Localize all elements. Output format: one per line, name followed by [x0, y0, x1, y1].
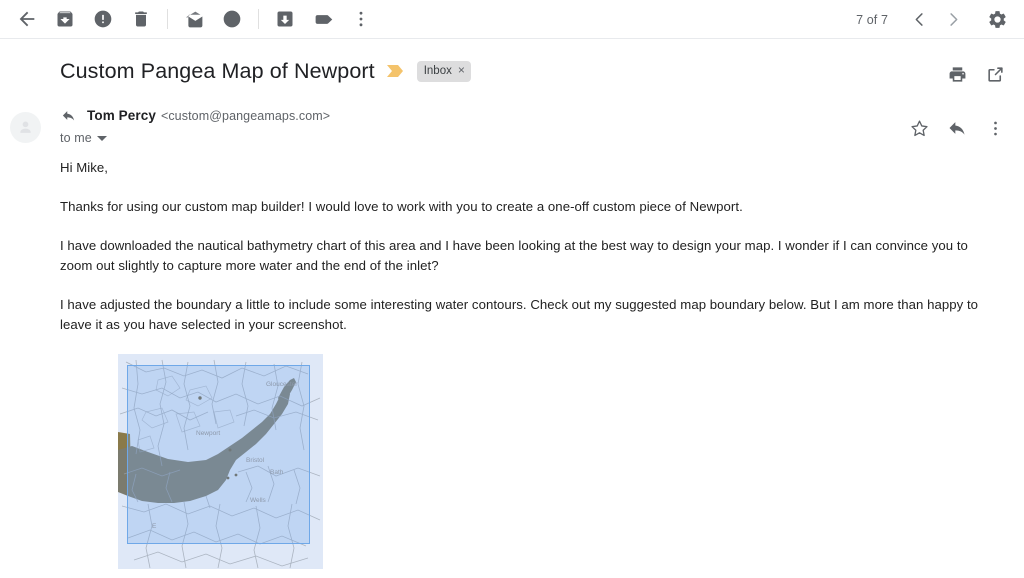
gear-icon[interactable] — [978, 1, 1016, 39]
subject-row: Custom Pangea Map of Newport Inbox × — [0, 39, 1024, 95]
print-icon[interactable] — [938, 55, 976, 93]
avatar — [10, 112, 41, 143]
important-marker-icon[interactable] — [386, 65, 404, 77]
chevron-down-icon[interactable] — [96, 135, 107, 142]
mark-unread-icon[interactable] — [175, 0, 213, 38]
message-more-options-icon[interactable] — [976, 109, 1014, 147]
sender-line: Tom Percy <custom@pangeamaps.com> — [60, 105, 1024, 126]
message-actions — [900, 109, 1014, 147]
pager-prev-button[interactable] — [902, 3, 936, 37]
report-spam-icon[interactable] — [84, 0, 122, 38]
body-paragraph-3: I have adjusted the boundary a little to… — [60, 297, 979, 332]
delete-icon[interactable] — [122, 0, 160, 38]
pager-next-button[interactable] — [936, 3, 970, 37]
body-greeting: Hi Mike, — [60, 160, 109, 175]
body-paragraph-1: Thanks for using our custom map builder!… — [60, 198, 743, 214]
recipient-text: to me — [60, 131, 92, 145]
sender-email: <custom@pangeamaps.com> — [160, 108, 331, 123]
more-options-icon[interactable] — [342, 0, 380, 38]
snooze-icon[interactable] — [213, 0, 251, 38]
message-pager-count: 7 of 7 — [856, 12, 888, 27]
labels-icon[interactable] — [304, 0, 342, 38]
label-chip-text: Inbox — [423, 64, 452, 77]
toolbar-right-group: 7 of 7 — [856, 0, 1016, 39]
suggested-map-boundary-image[interactable]: Gloucester Newport Bristol Bath Wells E — [118, 354, 323, 569]
open-in-new-window-icon[interactable] — [976, 55, 1014, 93]
move-to-icon[interactable] — [266, 0, 304, 38]
message-body: Hi Mike, Thanks for using our custom map… — [0, 145, 1024, 569]
label-chip-remove-icon[interactable]: × — [458, 64, 465, 76]
reply-icon[interactable] — [938, 109, 976, 147]
recipient-line[interactable]: to me — [60, 131, 1024, 145]
sender-block: Tom Percy <custom@pangeamaps.com> to me — [0, 105, 1024, 145]
sender-name: Tom Percy — [87, 108, 156, 123]
label-chip-inbox: Inbox × — [416, 60, 471, 82]
toolbar-divider — [167, 9, 168, 29]
body-paragraph-2: I have downloaded the nautical bathymetr… — [60, 238, 968, 273]
toolbar-left-group — [0, 0, 380, 38]
message-toolbar: 7 of 7 — [0, 0, 1024, 39]
star-icon[interactable] — [900, 109, 938, 147]
archive-icon[interactable] — [46, 0, 84, 38]
replied-indicator-icon — [60, 108, 77, 123]
page-title: Custom Pangea Map of Newport — [60, 59, 375, 83]
back-arrow-icon[interactable] — [8, 0, 46, 38]
message-header: Tom Percy <custom@pangeamaps.com> to me — [0, 95, 1024, 145]
toolbar-divider — [258, 9, 259, 29]
subject-actions — [938, 55, 1014, 93]
